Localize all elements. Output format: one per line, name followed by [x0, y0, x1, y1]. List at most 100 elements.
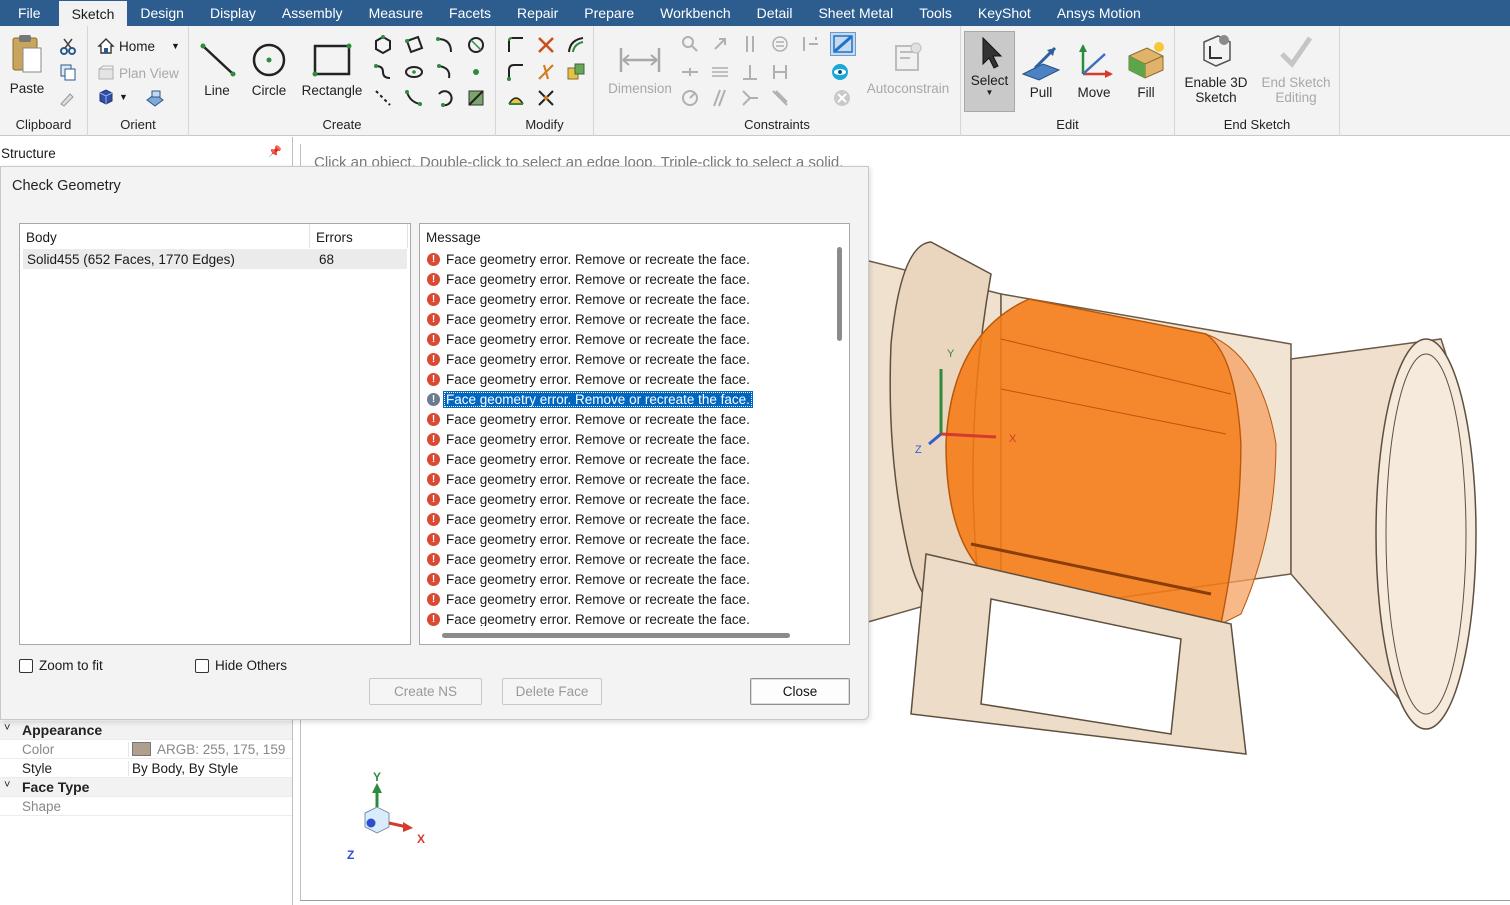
message-row[interactable]: ! Face geometry error. Remove or recreate…	[425, 309, 825, 329]
message-row[interactable]: ! Face geometry error. Remove or recreate…	[425, 489, 825, 509]
point-icon[interactable]	[466, 62, 486, 82]
three-point-arc-icon[interactable]	[404, 88, 424, 108]
perpendicular-icon[interactable]	[740, 62, 760, 82]
format-painter-icon[interactable]	[58, 88, 78, 108]
appearance-category[interactable]: ˅ Appearance	[0, 721, 292, 740]
create-ns-button[interactable]: Create NS	[369, 678, 482, 705]
horizontal-icon[interactable]	[680, 62, 700, 82]
delete-face-button[interactable]: Delete Face	[502, 678, 602, 705]
horizontal-scrollbar[interactable]	[420, 626, 849, 644]
end-sketch-editing-button[interactable]: End Sketch Editing	[1259, 32, 1333, 105]
tangent-icon[interactable]	[710, 62, 730, 82]
split-curve-icon[interactable]	[536, 62, 556, 82]
symmetric-icon[interactable]	[770, 62, 790, 82]
pull-button[interactable]: Pull	[1019, 40, 1063, 100]
polygon-icon[interactable]	[373, 35, 393, 55]
message-list[interactable]: Message ! Face geometry error. Remove or …	[419, 223, 850, 645]
arc-icon[interactable]	[435, 88, 455, 108]
message-row[interactable]: ! Face geometry error. Remove or recreate…	[425, 569, 825, 589]
menu-tab-sheet-metal[interactable]: Sheet Metal	[805, 0, 906, 26]
vertical-scrollbar[interactable]	[829, 244, 849, 626]
collinear-icon[interactable]	[710, 88, 730, 108]
message-row[interactable]: ! Face geometry error. Remove or recreate…	[425, 289, 825, 309]
menu-tab-keyshot[interactable]: KeyShot	[965, 0, 1044, 26]
dimension-button[interactable]: Dimension	[600, 42, 680, 96]
bend-icon[interactable]	[506, 88, 526, 108]
zoom-to-fit-checkbox[interactable]: Zoom to fit	[19, 658, 103, 673]
message-row[interactable]: ! Face geometry error. Remove or recreate…	[425, 269, 825, 289]
menu-tab-workbench[interactable]: Workbench	[647, 0, 744, 26]
concentric-icon[interactable]	[680, 88, 700, 108]
body-list[interactable]: Body Errors Solid455 (652 Faces, 1770 Ed…	[19, 223, 411, 645]
view-dropdown-icon[interactable]: ▼	[119, 92, 128, 102]
sweep-arc-icon[interactable]	[435, 62, 455, 82]
plan-view-button[interactable]: Plan View	[97, 64, 179, 82]
copy-icon[interactable]	[58, 62, 78, 82]
trim-away-icon[interactable]	[536, 35, 556, 55]
body-column-header[interactable]: Body	[20, 224, 310, 248]
home-button[interactable]: Home ▼	[97, 37, 180, 55]
message-row[interactable]: ! Face geometry error. Remove or recreate…	[425, 589, 825, 609]
view-triad[interactable]: Y X Z	[345, 769, 435, 869]
snap-view-icon[interactable]	[144, 88, 166, 110]
horizontal-scroll-thumb[interactable]	[442, 633, 790, 638]
offset-curve-icon[interactable]	[566, 35, 586, 55]
color-swatch[interactable]	[132, 742, 151, 756]
cut-icon[interactable]	[58, 36, 78, 56]
menu-tab-prepare[interactable]: Prepare	[571, 0, 647, 26]
ellipse-icon[interactable]	[404, 62, 424, 82]
message-row[interactable]: ! Face geometry error. Remove or recreate…	[425, 329, 825, 349]
paste-button[interactable]: Paste	[6, 32, 48, 96]
angle-icon[interactable]	[740, 88, 760, 108]
message-row[interactable]: ! Face geometry error. Remove or recreate…	[425, 409, 825, 429]
fill-button[interactable]: Fill	[1123, 40, 1169, 100]
project-to-sketch-icon[interactable]	[566, 62, 586, 82]
style-value[interactable]: By Body, By Style	[128, 760, 292, 776]
coincident-icon[interactable]	[680, 34, 700, 54]
menu-tab-design[interactable]: Design	[127, 0, 197, 26]
remove-constraints-icon[interactable]	[832, 88, 852, 108]
menu-tab-sketch[interactable]: Sketch	[58, 1, 128, 26]
tangent-arc-icon[interactable]	[435, 35, 455, 55]
construction-line-icon[interactable]	[373, 88, 393, 108]
message-row[interactable]: ! Face geometry error. Remove or recreate…	[425, 529, 825, 549]
shape-property-row[interactable]: Shape	[0, 797, 292, 816]
message-row[interactable]: ! Face geometry error. Remove or recreate…	[425, 549, 825, 569]
menu-tab-display[interactable]: Display	[197, 0, 269, 26]
parallel-icon[interactable]	[740, 34, 760, 54]
hide-others-checkbox[interactable]: Hide Others	[195, 658, 287, 673]
menu-tab-file[interactable]: File	[0, 0, 59, 26]
spline-icon[interactable]	[373, 62, 393, 82]
show-constraints-toggle[interactable]	[830, 32, 856, 56]
style-property-row[interactable]: Style By Body, By Style	[0, 759, 292, 778]
body-row[interactable]: Solid455 (652 Faces, 1770 Edges) 68	[23, 249, 407, 269]
create-corner-icon[interactable]	[506, 35, 526, 55]
collapse-icon[interactable]: ˅	[4, 779, 10, 791]
message-row[interactable]: ! Face geometry error. Remove or recreate…	[425, 349, 825, 369]
select-button[interactable]: Select ▼	[964, 31, 1015, 112]
menu-tab-repair[interactable]: Repair	[504, 0, 571, 26]
move-button[interactable]: Move	[1071, 40, 1117, 100]
view-cube-button[interactable]: ▼	[97, 88, 128, 106]
vertical-scroll-thumb[interactable]	[837, 247, 842, 341]
autoconstrain-button[interactable]: Autoconstrain	[862, 40, 954, 96]
fix-icon[interactable]	[710, 34, 730, 54]
scale-icon[interactable]	[536, 88, 556, 108]
line-button[interactable]: Line	[195, 40, 239, 98]
collapse-icon[interactable]: ˅	[4, 722, 10, 734]
message-row[interactable]: ! Face geometry error. Remove or recreate…	[425, 509, 825, 529]
message-column-header[interactable]: Message	[420, 224, 481, 248]
rectangle-button[interactable]: Rectangle	[299, 40, 365, 98]
message-row[interactable]: ! Face geometry error. Remove or recreate…	[425, 389, 825, 409]
select-dropdown-icon[interactable]: ▼	[965, 88, 1014, 97]
message-row[interactable]: ! Face geometry error. Remove or recreate…	[425, 369, 825, 389]
menu-tab-assembly[interactable]: Assembly	[269, 0, 356, 26]
menu-tab-tools[interactable]: Tools	[906, 0, 965, 26]
enable-3d-sketch-button[interactable]: Enable 3D Sketch	[1181, 32, 1251, 105]
message-row[interactable]: ! Face geometry error. Remove or recreate…	[425, 469, 825, 489]
menu-tab-ansys-motion[interactable]: Ansys Motion	[1044, 0, 1154, 26]
close-button[interactable]: Close	[750, 678, 850, 705]
show-dimensions-icon[interactable]	[830, 62, 850, 82]
circle-button[interactable]: Circle	[246, 40, 292, 98]
errors-column-header[interactable]: Errors	[310, 224, 408, 248]
